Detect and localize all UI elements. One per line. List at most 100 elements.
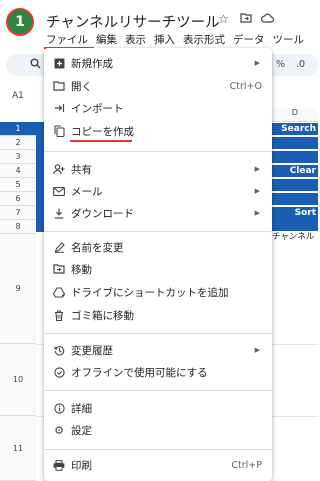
row-header[interactable]: 11 [0, 416, 36, 481]
column-header-d[interactable]: D [272, 108, 318, 122]
menu-item-trash[interactable]: ゴミ箱に移動 [44, 304, 272, 326]
menu-item-email[interactable]: メール ▶ [44, 180, 272, 202]
print-icon [52, 458, 66, 472]
menu-item-label: ドライブにショートカットを追加 [71, 286, 229, 299]
menu-item-label: 開く [71, 80, 92, 93]
menu-item-new[interactable]: 新規作成 ▶ [44, 52, 272, 74]
menu-item-label: ゴミ箱に移動 [71, 309, 134, 322]
shortcut-text: Ctrl+O [229, 80, 262, 92]
make-copy-red-underline [70, 140, 132, 142]
menu-item-settings[interactable]: ⚙ 設定 [44, 419, 272, 441]
download-icon [52, 206, 66, 220]
menu-file[interactable]: ファイル [42, 32, 92, 48]
menu-tools[interactable]: ツール [269, 32, 309, 48]
menu-edit[interactable]: 編集 [92, 32, 121, 48]
menu-data[interactable]: データ [229, 32, 269, 48]
cell-d1-search[interactable]: Search [272, 123, 318, 135]
menu-item-label: 設定 [71, 424, 92, 437]
share-person-icon [52, 162, 66, 176]
submenu-arrow-icon: ▶ [254, 209, 260, 217]
menu-item-version-history[interactable]: 変更履歴 ▶ [44, 339, 272, 361]
menu-item-label: 名前を変更 [71, 241, 124, 254]
menu-separator [44, 231, 272, 232]
submenu-arrow-icon: ▶ [254, 165, 260, 173]
row-header[interactable]: 2 [0, 136, 36, 150]
history-icon [52, 343, 66, 357]
trash-icon [52, 308, 66, 322]
cell-d4-clear[interactable]: Clear [272, 165, 318, 177]
rename-icon [52, 240, 66, 254]
mail-icon [52, 184, 66, 198]
menu-separator [44, 449, 272, 450]
menu-item-make-copy[interactable]: コピーを作成 [44, 120, 272, 142]
menu-separator [44, 333, 272, 334]
menu-bar: ファイル 編集 表示 挿入 表示形式 データ ツール [42, 32, 308, 48]
menu-format[interactable]: 表示形式 [179, 32, 229, 48]
cell-d2[interactable] [272, 137, 318, 149]
menu-item-label: インポート [71, 102, 124, 115]
document-title[interactable]: チャンネルリサーチツール [46, 11, 220, 32]
menu-item-print[interactable]: 印刷 Ctrl+P [44, 454, 272, 476]
menu-item-offline[interactable]: オフラインで使用可能にする [44, 361, 272, 383]
shortcut-text: Ctrl+P [231, 459, 262, 471]
menu-item-import[interactable]: インポート [44, 97, 272, 119]
folder-move-icon[interactable] [239, 12, 252, 26]
menu-separator [44, 390, 272, 391]
offline-icon [52, 365, 66, 379]
row-header[interactable]: 1 [0, 122, 36, 136]
menu-item-label: オフラインで使用可能にする [71, 366, 208, 379]
row-header[interactable]: 8 [0, 220, 36, 234]
file-menu-dropdown: 新規作成 ▶ 開く Ctrl+O インポート コピーを作成 共有 ▶ メール ▶ [44, 48, 272, 481]
menu-item-rename[interactable]: 名前を変更 [44, 236, 272, 258]
menu-separator [44, 151, 272, 152]
import-icon [52, 101, 66, 115]
cell-d8-channel[interactable]: チャンネル [272, 231, 318, 243]
menu-item-download[interactable]: ダウンロード ▶ [44, 202, 272, 224]
row-header[interactable]: 9 [0, 234, 36, 344]
menu-item-label: 印刷 [71, 459, 92, 472]
column-a-blue-fill [36, 122, 44, 232]
menu-item-label: ダウンロード [71, 207, 134, 220]
decrease-decimal-button[interactable]: .0 [296, 59, 305, 70]
menu-item-label: 移動 [71, 263, 92, 276]
submenu-arrow-icon: ▶ [254, 187, 260, 195]
search-icon[interactable] [30, 58, 41, 72]
cell-d7-sort[interactable]: Sort [272, 207, 318, 219]
drive-shortcut-icon [52, 285, 66, 299]
cell-d6[interactable] [272, 193, 318, 205]
title-icon-group: ☆ [217, 12, 275, 26]
cell-d5[interactable] [272, 179, 318, 191]
star-icon[interactable]: ☆ [217, 12, 230, 26]
row-header[interactable]: 5 [0, 178, 36, 192]
move-icon [52, 262, 66, 276]
row-header[interactable]: 7 [0, 206, 36, 220]
menu-item-label: コピーを作成 [71, 125, 134, 138]
menu-item-label: 変更履歴 [71, 344, 113, 357]
cloud-status-icon[interactable] [261, 12, 275, 26]
percent-format-button[interactable]: % [276, 59, 285, 70]
menu-item-details[interactable]: 詳細 [44, 397, 272, 419]
row-header[interactable]: 3 [0, 150, 36, 164]
menu-item-label: 新規作成 [71, 57, 113, 70]
menu-item-share[interactable]: 共有 ▶ [44, 158, 272, 180]
step-number-badge: 1 [6, 8, 34, 36]
row-header[interactable]: 6 [0, 192, 36, 206]
folder-open-icon [52, 79, 66, 93]
menu-item-move[interactable]: 移動 [44, 258, 272, 280]
cell-d3[interactable] [272, 151, 318, 163]
menu-insert[interactable]: 挿入 [150, 32, 179, 48]
submenu-arrow-icon: ▶ [254, 59, 260, 67]
menu-item-label: 共有 [71, 163, 92, 176]
copy-icon [52, 124, 66, 138]
new-sheet-icon [52, 56, 66, 70]
menu-item-label: メール [71, 185, 103, 198]
cell-d7b[interactable] [272, 219, 318, 231]
menu-item-open[interactable]: 開く Ctrl+O [44, 75, 272, 97]
settings-gear-icon: ⚙ [54, 423, 64, 437]
name-box[interactable]: A1 [12, 91, 24, 101]
menu-item-add-shortcut[interactable]: ドライブにショートカットを追加 [44, 281, 272, 303]
row-header[interactable]: 10 [0, 344, 36, 416]
info-icon [52, 401, 66, 415]
menu-view[interactable]: 表示 [121, 32, 150, 48]
row-header[interactable]: 4 [0, 164, 36, 178]
